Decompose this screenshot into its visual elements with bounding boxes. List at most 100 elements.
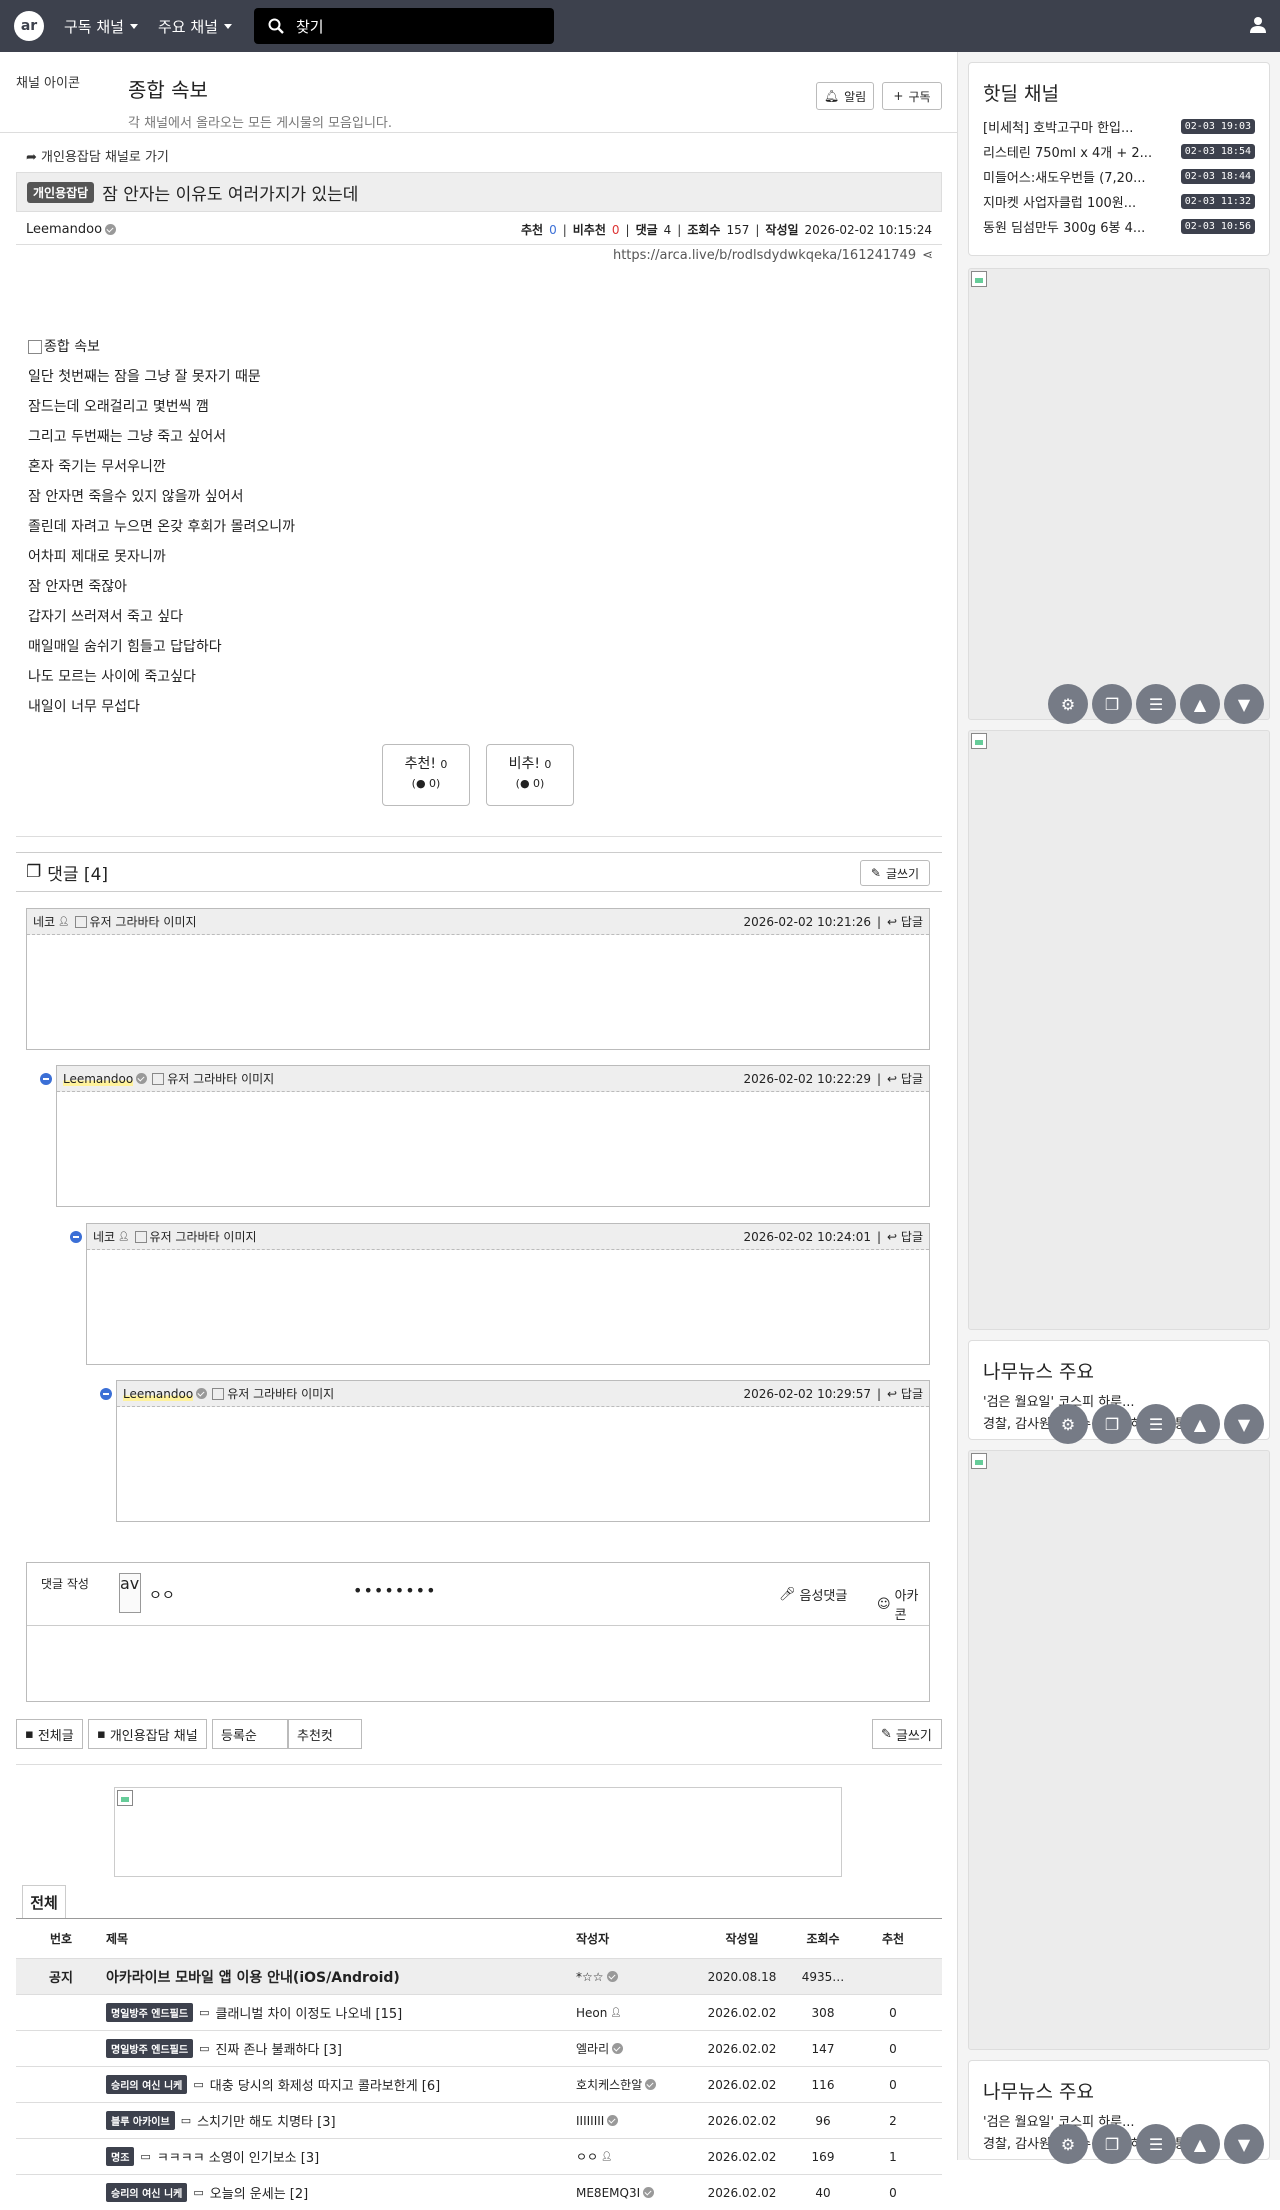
comment-time: 2026-02-02 10:21:26 xyxy=(743,914,871,929)
news-title[interactable]: 나무뉴스 주요 xyxy=(969,1341,1269,1392)
reply-button[interactable]: ↩ 답글 xyxy=(887,1385,923,1402)
table-row[interactable]: 승리의 여신 니케 ▭ 대충 당시의 화제성 따지고 콜라보한게 [6] 호치케스한알… xyxy=(16,2066,942,2102)
reply-button[interactable]: ↩ 답글 xyxy=(887,913,923,930)
row-author[interactable]: IIIIIIII xyxy=(576,2114,604,2128)
collapse-thread-icon[interactable] xyxy=(40,1073,52,1085)
row-title[interactable]: 클래니벌 차이 이정도 나오네 [15] xyxy=(216,2003,403,2022)
search-input[interactable]: 찾기 xyxy=(253,8,554,44)
downvote-button[interactable]: 비추! 0 (● 0) xyxy=(486,744,574,806)
verified-icon xyxy=(105,224,117,235)
scroll-down-button[interactable]: ▼ xyxy=(1224,684,1264,724)
comment-textarea-divider xyxy=(27,1625,929,1626)
main-channels-dropdown[interactable]: 주요 채널 xyxy=(158,16,232,37)
row-title[interactable]: 진짜 존나 불쾌하다 [3] xyxy=(216,2039,343,2058)
sort-order-select[interactable]: 등록순 xyxy=(212,1719,288,1749)
hotdeal-item[interactable]: 지마켓 사업자클럽 100원... 02-03 11:32 xyxy=(969,189,1269,214)
comments-button[interactable]: ❐ xyxy=(1092,684,1132,724)
upvote-button[interactable]: 추천! 0 (● 0) xyxy=(382,744,470,806)
table-row[interactable]: 명조 ▭ ㅋㅋㅋㅋ 소영이 인기보소 [3] ㅇㅇ 👤︎ 2026.02.02 169 1 xyxy=(16,2138,942,2174)
subscribed-channels-dropdown[interactable]: 구독 채널 xyxy=(64,16,138,37)
category-badge[interactable]: 승리의 여신 니케 xyxy=(106,2075,188,2094)
hotdeal-item[interactable]: 리스테린 750ml x 4개 + 2... 02-03 18:54 xyxy=(969,139,1269,164)
list-button[interactable]: ☰ xyxy=(1136,1404,1176,1444)
hotdeal-item[interactable]: 미들어스:새도우번들 (7,20... 02-03 18:44 xyxy=(969,164,1269,189)
comment-author[interactable]: Leemandoo xyxy=(123,1386,194,1401)
ad-banner[interactable] xyxy=(114,1787,842,1877)
category-badge[interactable]: 명일방주 엔드필드 xyxy=(106,2003,194,2022)
post-author[interactable]: Leemandoo xyxy=(26,222,102,237)
channel-title[interactable]: 종합 속보 xyxy=(128,74,208,103)
hotdeal-title[interactable]: 핫딜 채널 xyxy=(969,63,1269,114)
table-row[interactable]: 블루 아카이브 ▭ 스치기만 해도 치명타 [3] IIIIIIII 2026.02.0… xyxy=(16,2102,942,2138)
post-url[interactable]: https://arca.live/b/rodlsdydwkqeka/16124… xyxy=(613,248,933,263)
notice-title[interactable]: 아카라이브 모바일 앱 이용 안내(iOS/Android) xyxy=(106,1967,576,1987)
reply-label: 답글 xyxy=(900,1387,923,1401)
comment-author[interactable]: 네코 xyxy=(33,913,55,930)
voice-comment-button[interactable]: 🎤︎ 음성댓글 xyxy=(779,1585,847,1604)
row-author[interactable]: Heon xyxy=(576,2006,607,2020)
tab-all[interactable]: 전체 xyxy=(22,1885,66,1919)
comment-author[interactable]: 네코 xyxy=(93,1228,115,1245)
row-title[interactable]: 대충 당시의 화제성 따지고 콜라보한게 [6] xyxy=(210,2075,440,2094)
category-badge[interactable]: 승리의 여신 니케 xyxy=(106,2183,188,2202)
hotdeal-item[interactable]: 동원 딤섬만두 300g 6봉 4... 02-03 10:56 xyxy=(969,214,1269,239)
reply-button[interactable]: ↩ 답글 xyxy=(887,1228,923,1245)
channel-header: 채널 아이콘 종합 속보 각 채널에서 올라오는 모든 게시물의 모음입니다. … xyxy=(16,68,944,132)
post-line: 그리고 두번째는 그냥 죽고 싶어서 xyxy=(28,429,227,445)
row-title[interactable]: 스치기만 해도 치명타 [3] xyxy=(197,2111,335,2130)
comment-write-button[interactable]: ✎ 글쓰기 xyxy=(860,860,930,886)
scroll-down-button[interactable]: ▼ xyxy=(1224,1404,1264,1444)
row-author[interactable]: 호치케스한알 xyxy=(576,2076,642,2093)
table-row[interactable]: 명일방주 엔드필드 ▭ 진짜 존나 불쾌하다 [3] 엘라리 2026.02.02 147… xyxy=(16,2030,942,2066)
comments-button[interactable]: ❐ xyxy=(1092,1404,1132,1444)
scroll-up-button[interactable]: ▲ xyxy=(1180,1404,1220,1444)
scroll-down-icon: ▼ xyxy=(1237,694,1251,714)
user-icon[interactable] xyxy=(1250,16,1266,34)
nickname-field[interactable]: ㅇㅇ xyxy=(149,1585,175,1605)
list-button[interactable]: ☰ xyxy=(1136,2124,1176,2164)
row-author[interactable]: ME8EMQ3I xyxy=(576,2186,640,2200)
row-title[interactable]: ㅋㅋㅋㅋ 소영이 인기보소 [3] xyxy=(157,2147,319,2166)
gear-button[interactable]: ⚙ xyxy=(1048,684,1088,724)
category-badge[interactable]: 블루 아카이브 xyxy=(106,2111,175,2130)
gear-button[interactable]: ⚙ xyxy=(1048,1404,1088,1444)
table-row[interactable]: 승리의 여신 니케 ▭ 오늘의 운세는 [2] ME8EMQ3I 2026.02.02 4… xyxy=(16,2174,942,2210)
ad-image-3[interactable] xyxy=(968,1450,1270,2050)
post-category-badge[interactable]: 개인용잡담 xyxy=(27,181,95,203)
comment-author[interactable]: Leemandoo xyxy=(63,1071,134,1086)
filter-all[interactable]: ▪ 전체글 xyxy=(16,1719,83,1749)
row-title[interactable]: 오늘의 운세는 [2] xyxy=(210,2183,308,2202)
row-author[interactable]: ㅇㅇ xyxy=(576,2148,598,2165)
comments-button[interactable]: ❐ xyxy=(1092,2124,1132,2164)
arca-logo[interactable]: ar xyxy=(14,11,44,41)
list-button[interactable]: ☰ xyxy=(1136,684,1176,724)
scroll-down-button[interactable]: ▼ xyxy=(1224,2124,1264,2164)
table-row[interactable]: 명일방주 엔드필드 ▭ 클래니벌 차이 이정도 나오네 [15] Heon 👤︎ 2026… xyxy=(16,1994,942,2030)
collapse-thread-icon[interactable] xyxy=(100,1388,112,1400)
best-cut-select[interactable]: 추천컷 xyxy=(288,1719,362,1749)
filter-channel[interactable]: ▪ 개인용잡담 채널 xyxy=(88,1719,207,1749)
share-icon[interactable]: ⋖ xyxy=(922,248,933,263)
arcacon-button[interactable]: ☺ 아카콘 xyxy=(877,1585,929,1623)
back-to-channel-link[interactable]: ➦ 개인용잡담 채널로 가기 xyxy=(26,146,169,165)
hotdeal-item[interactable]: [비세척] 호박고구마 한입... 02-03 19:03 xyxy=(969,114,1269,139)
notice-row[interactable]: 공지 아카라이브 모바일 앱 이용 안내(iOS/Android) *☆☆ 20… xyxy=(16,1958,942,1994)
gear-button[interactable]: ⚙ xyxy=(1048,2124,1088,2164)
reply-button[interactable]: ↩ 답글 xyxy=(887,1070,923,1087)
post-line: 매일매일 숨쉬기 힘들고 답답하다 xyxy=(28,639,222,655)
subscribe-button[interactable]: + 구독 xyxy=(882,82,942,110)
scroll-up-button[interactable]: ▲ xyxy=(1180,2124,1220,2164)
scroll-up-button[interactable]: ▲ xyxy=(1180,684,1220,724)
category-badge[interactable]: 명조 xyxy=(106,2147,135,2166)
board-write-button[interactable]: ✎ 글쓰기 xyxy=(872,1719,942,1749)
alarm-button[interactable]: 🔔︎ 알림 xyxy=(816,82,874,110)
news-title[interactable]: 나무뉴스 주요 xyxy=(969,2061,1269,2112)
row-author[interactable]: 엘라리 xyxy=(576,2040,609,2057)
collapse-thread-icon[interactable] xyxy=(70,1231,82,1243)
verified-icon xyxy=(612,2043,624,2054)
category-badge[interactable]: 명일방주 엔드필드 xyxy=(106,2039,194,2058)
password-field[interactable]: •••••••• xyxy=(353,1581,437,1600)
ad-image-2[interactable] xyxy=(968,730,1270,1330)
hotdeal-date: 02-03 10:56 xyxy=(1180,219,1255,234)
ad-image-1[interactable] xyxy=(968,268,1270,720)
